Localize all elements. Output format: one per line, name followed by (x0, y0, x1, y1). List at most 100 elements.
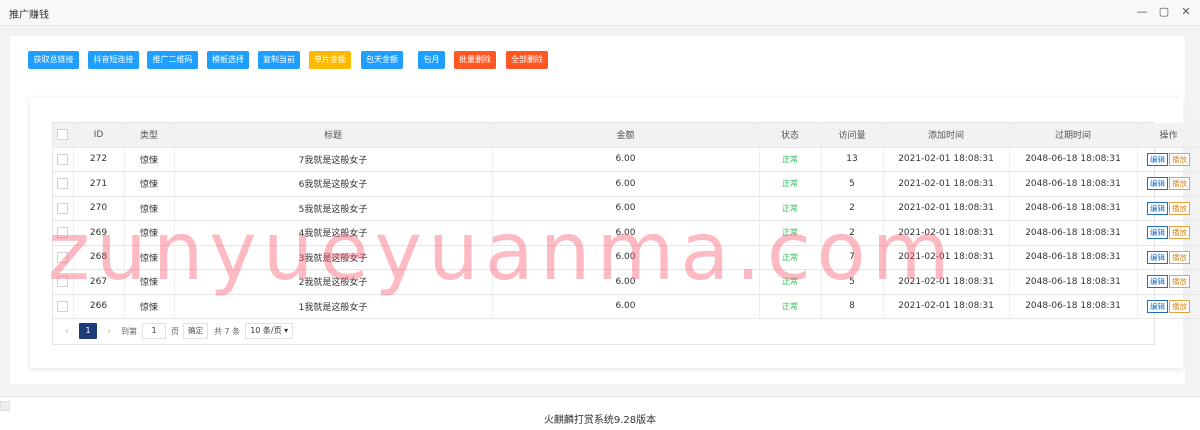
data-table-container: ID 类型 标题 金额 状态 访问量 添加时间 过期时间 操作 272 惊悚 7我就… (52, 122, 1200, 345)
status-badge: 正常 (782, 252, 798, 262)
cell-amount: 6.00 (492, 196, 760, 221)
daily-amount-button[interactable]: 包天金额 (361, 51, 403, 69)
cell-type: 惊悚 (124, 171, 175, 197)
cell-id: 270 (73, 196, 125, 221)
cell-visits: 2 (821, 196, 884, 221)
cell-actions: 编辑 播放 (1137, 294, 1200, 319)
play-button[interactable]: 播放 (1169, 250, 1190, 264)
edit-button[interactable]: 编辑 (1147, 177, 1168, 191)
cell-visits: 7 (821, 245, 884, 270)
play-button[interactable]: 播放 (1169, 226, 1190, 240)
cell-amount: 6.00 (492, 269, 760, 295)
play-button[interactable]: 播放 (1169, 299, 1190, 313)
row-checkbox[interactable] (57, 276, 69, 288)
header-title[interactable]: 标题 (174, 123, 493, 148)
table-row: 268 惊悚 3我就是这般女子 6.00 正常 7 2021-02-01 18:08:31 2… (53, 245, 1200, 270)
table-panel: ID 类型 标题 金额 状态 访问量 添加时间 过期时间 操作 272 惊悚 7我就… (30, 98, 1200, 368)
cell-status: 正常 (759, 147, 822, 172)
batch-delete-button[interactable]: 批量删除 (454, 51, 496, 69)
play-button[interactable]: 播放 (1169, 201, 1190, 215)
monthly-button[interactable]: 包月 (418, 51, 445, 69)
close-icon[interactable]: ✕ (1180, 6, 1192, 18)
get-total-link-button[interactable]: 获取总链接 (28, 51, 79, 69)
header-visits[interactable]: 访问量 (821, 123, 884, 148)
copy-current-button[interactable]: 复制当前 (258, 51, 300, 69)
cell-type: 惊悚 (124, 220, 175, 246)
prev-page-icon[interactable]: ‹ (61, 326, 73, 337)
play-button[interactable]: 播放 (1169, 177, 1190, 191)
cell-visits: 13 (821, 147, 884, 172)
cell-status: 正常 (759, 294, 822, 319)
header-id[interactable]: ID (73, 123, 125, 148)
cell-id: 267 (73, 269, 125, 295)
chevron-down-icon: ▾ (284, 326, 289, 335)
row-checkbox[interactable] (57, 202, 69, 214)
delete-all-button[interactable]: 全部删除 (506, 51, 548, 69)
cell-title: 5我就是这般女子 (174, 196, 493, 221)
edit-button[interactable]: 编辑 (1147, 275, 1168, 289)
window-titlebar: 推广赚钱 — ▢ ✕ (0, 0, 1200, 26)
promo-qrcode-button[interactable]: 推广二维码 (147, 51, 198, 69)
cell-expire-time: 2048-06-18 18:08:31 (1009, 196, 1138, 221)
cell-added-time: 2021-02-01 18:08:31 (883, 245, 1010, 270)
cell-actions: 编辑 播放 (1137, 245, 1200, 270)
data-table: ID 类型 标题 金额 状态 访问量 添加时间 过期时间 操作 272 惊悚 7我就… (53, 123, 1200, 319)
footer-corner-icon (0, 401, 10, 411)
header-status[interactable]: 状态 (759, 123, 822, 148)
maximize-icon[interactable]: ▢ (1158, 6, 1170, 18)
edit-button[interactable]: 编辑 (1147, 201, 1168, 215)
header-expire-time[interactable]: 过期时间 (1009, 123, 1138, 148)
page-current[interactable]: 1 (79, 323, 97, 339)
page-size-select[interactable]: 10 条/页 ▾ (245, 323, 294, 339)
cell-title: 1我就是这般女子 (174, 294, 493, 319)
row-checkbox[interactable] (57, 300, 69, 312)
status-badge: 正常 (782, 179, 798, 189)
cell-status: 正常 (759, 220, 822, 246)
row-select-cell (53, 245, 74, 270)
minimize-icon[interactable]: — (1136, 6, 1148, 18)
edit-button[interactable]: 编辑 (1147, 226, 1168, 240)
page-unit-label: 页 (171, 326, 179, 336)
cell-title: 2我就是这般女子 (174, 269, 493, 295)
row-checkbox[interactable] (57, 251, 69, 263)
status-badge: 正常 (782, 277, 798, 287)
row-checkbox[interactable] (57, 227, 69, 239)
header-type[interactable]: 类型 (124, 123, 175, 148)
cell-type: 惊悚 (124, 294, 175, 319)
header-added-time[interactable]: 添加时间 (883, 123, 1010, 148)
cell-actions: 编辑 播放 (1137, 220, 1200, 246)
play-button[interactable]: 播放 (1169, 275, 1190, 289)
cell-type: 惊悚 (124, 196, 175, 221)
table-header-row: ID 类型 标题 金额 状态 访问量 添加时间 过期时间 操作 (53, 123, 1200, 148)
cell-added-time: 2021-02-01 18:08:31 (883, 294, 1010, 319)
row-select-cell (53, 147, 74, 172)
next-page-icon[interactable]: › (103, 326, 115, 337)
cell-id: 268 (73, 245, 125, 270)
goto-confirm-button[interactable]: 确定 (183, 323, 208, 339)
header-amount[interactable]: 金额 (492, 123, 760, 148)
goto-page-input[interactable]: 1 (142, 323, 166, 339)
edit-button[interactable]: 编辑 (1147, 152, 1168, 166)
edit-button[interactable]: 编辑 (1147, 250, 1168, 264)
cell-amount: 6.00 (492, 147, 760, 172)
edit-button[interactable]: 编辑 (1147, 299, 1168, 313)
cell-expire-time: 2048-06-18 18:08:31 (1009, 147, 1138, 172)
play-button[interactable]: 播放 (1169, 152, 1190, 166)
cell-expire-time: 2048-06-18 18:08:31 (1009, 294, 1138, 319)
cell-expire-time: 2048-06-18 18:08:31 (1009, 269, 1138, 295)
template-select-button[interactable]: 模板选择 (207, 51, 249, 69)
row-select-cell (53, 269, 74, 295)
table-row: 269 惊悚 4我就是这般女子 6.00 正常 2 2021-02-01 18:08:31 2… (53, 220, 1200, 246)
total-count: 共 7 条 (214, 326, 241, 336)
select-all-checkbox[interactable] (57, 129, 69, 141)
cell-id: 272 (73, 147, 125, 172)
cell-expire-time: 2048-06-18 18:08:31 (1009, 220, 1138, 246)
douyin-short-link-button[interactable]: 抖音短连接 (88, 51, 139, 69)
row-checkbox[interactable] (57, 153, 69, 165)
row-checkbox[interactable] (57, 178, 69, 190)
cell-title: 7我就是这般女子 (174, 147, 493, 172)
window-title: 推广赚钱 (9, 10, 49, 21)
cell-id: 266 (73, 294, 125, 319)
cell-actions: 编辑 播放 (1137, 269, 1200, 295)
single-amount-button[interactable]: 单片金额 (309, 51, 351, 69)
